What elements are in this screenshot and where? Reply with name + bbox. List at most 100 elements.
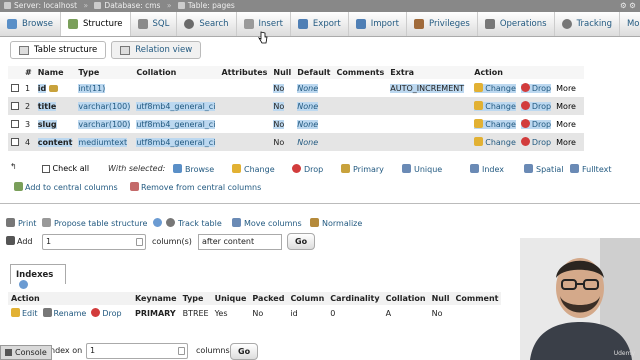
normalize-link[interactable]: Normalize [310, 218, 362, 228]
row-comments [333, 133, 388, 151]
table-row: 3 slug varchar(100) utf8mb4_general_ci N… [8, 115, 584, 133]
bulk-spatial-button[interactable]: Spatial [524, 164, 564, 174]
drop-button[interactable]: Drop [520, 137, 552, 147]
spinner-icon[interactable] [178, 347, 185, 355]
row-default: None [294, 133, 334, 151]
row-name-cell: content [34, 133, 76, 151]
position-value: after content [202, 237, 255, 246]
table-row: 1 id int(11) No None AUTO_INCREMENT Chan… [8, 79, 584, 97]
create-index-go-button[interactable]: Go [230, 343, 259, 360]
default-text: None [297, 83, 319, 93]
row-checkbox[interactable] [11, 102, 19, 110]
more-button[interactable]: More [556, 102, 576, 111]
collation-text: utf8mb4_general_ci [136, 119, 216, 129]
tab-import[interactable]: Import [349, 12, 407, 36]
extra-text: AUTO_INCREMENT [390, 83, 465, 93]
drop-icon [520, 137, 530, 146]
more-button[interactable]: More [556, 120, 576, 129]
breadcrumb-database[interactable]: Database: cms [104, 1, 160, 10]
column-position-select[interactable]: after content [198, 234, 282, 250]
change-button[interactable]: Change [474, 101, 516, 111]
tab-label: Search [199, 19, 229, 29]
tab-privileges[interactable]: Privileges [407, 12, 478, 36]
help-icon[interactable] [152, 218, 162, 227]
tab-structure[interactable]: Structure [60, 12, 131, 36]
add-columns-go-button[interactable]: Go [287, 233, 316, 250]
column-header: Null [270, 66, 295, 79]
breadcrumb-table[interactable]: Table: pages [188, 1, 235, 10]
rename-icon [42, 308, 52, 317]
console-toggle[interactable]: Console [0, 345, 52, 360]
tab-browse[interactable]: Browse [0, 12, 61, 36]
default-text: None [297, 119, 319, 129]
subtab-table-structure[interactable]: Table structure [10, 41, 107, 59]
spinner-icon[interactable] [136, 238, 143, 246]
console-label: Console [15, 348, 47, 357]
drop-label: Drop [531, 138, 552, 147]
index-actions: Edit Rename Drop [8, 305, 132, 321]
drop-label: Drop [531, 84, 552, 93]
add-central-columns-button[interactable]: Add to central columns [14, 182, 118, 192]
indexes-header[interactable]: Indexes [10, 264, 66, 289]
tab-sql[interactable]: SQL [131, 12, 178, 36]
help-icon[interactable] [19, 280, 28, 289]
browse-icon [173, 164, 182, 173]
rename-index-button[interactable]: Rename [42, 308, 86, 318]
row-checkbox[interactable] [11, 138, 19, 146]
bulk-label: Spatial [536, 165, 564, 174]
drop-button[interactable]: Drop [520, 83, 552, 93]
key-icon [341, 164, 350, 173]
normalize-label: Normalize [322, 219, 363, 228]
bulk-fulltext-button[interactable]: Fulltext [570, 164, 611, 174]
top-menu: Browse Structure SQL Search Insert Expor… [0, 12, 640, 37]
drop-button[interactable]: Drop [520, 101, 552, 111]
row-extra [387, 97, 472, 115]
add-label: Add [17, 237, 33, 246]
tab-label: Operations [499, 19, 547, 29]
tab-operations[interactable]: Operations [478, 12, 555, 36]
column-header: Collation [133, 66, 219, 79]
more-button[interactable]: More [556, 138, 576, 147]
tab-search[interactable]: Search [177, 12, 237, 36]
tab-tracking[interactable]: Tracking [555, 12, 620, 36]
propose-structure-link[interactable]: Propose table structure [42, 218, 162, 228]
wrench-icon [484, 19, 495, 29]
settings-icons[interactable]: ⚙ ⚙ [620, 0, 636, 12]
bulk-change-button[interactable]: Change [232, 164, 275, 174]
row-checkbox[interactable] [11, 120, 19, 128]
instructor-video: Udemy [520, 238, 640, 360]
index-columns-count-input[interactable]: 1 [86, 343, 188, 359]
subtab-relation-view[interactable]: Relation view [111, 41, 202, 59]
tab-export[interactable]: Export [291, 12, 349, 36]
move-columns-link[interactable]: Move columns [232, 218, 302, 228]
breadcrumb-server[interactable]: Server: localhost [14, 1, 77, 10]
row-collation: utf8mb4_general_ci [133, 133, 219, 151]
bulk-browse-button[interactable]: Browse [173, 164, 214, 174]
index-icon [470, 164, 479, 173]
more-button[interactable]: More [556, 84, 576, 93]
check-all[interactable]: Check all [42, 164, 89, 173]
print-link[interactable]: Print [6, 218, 36, 228]
bulk-index-button[interactable]: Index [470, 164, 504, 174]
edit-index-button[interactable]: Edit [11, 308, 38, 318]
change-button[interactable]: Change [474, 119, 516, 129]
tab-more[interactable]: Mor [620, 12, 640, 36]
row-checkbox[interactable] [11, 84, 19, 92]
pencil-icon [474, 101, 484, 110]
column-header: Extra [387, 66, 472, 79]
tab-label: Tracking [576, 19, 612, 29]
bulk-primary-button[interactable]: Primary [341, 164, 384, 174]
change-button[interactable]: Change [474, 83, 516, 93]
add-columns-count-input[interactable]: 1 [42, 234, 146, 250]
bulk-drop-button[interactable]: Drop [292, 164, 323, 174]
add-column-icon [6, 236, 15, 245]
breadcrumb-separator: » [83, 1, 89, 10]
bulk-unique-button[interactable]: Unique [402, 164, 442, 174]
remove-central-columns-button[interactable]: Remove from central columns [130, 182, 261, 192]
change-button[interactable]: Change [474, 137, 516, 147]
column-header-check [8, 66, 22, 79]
track-table-link[interactable]: Track table [166, 218, 222, 228]
drop-index-button[interactable]: Drop [91, 308, 122, 318]
drop-button[interactable]: Drop [520, 119, 552, 129]
check-all-checkbox[interactable] [42, 164, 50, 173]
